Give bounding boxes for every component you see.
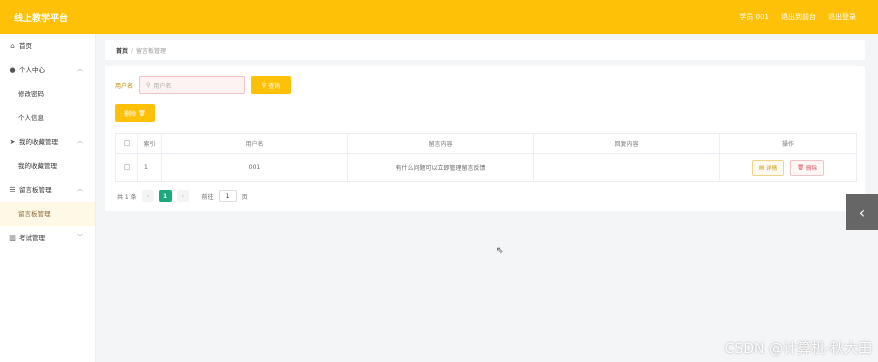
row-delete-label: 删除 xyxy=(806,165,818,172)
page-number-active[interactable]: 1 xyxy=(158,190,172,202)
row-checkbox[interactable] xyxy=(123,163,130,170)
app-title: 线上教学平台 xyxy=(14,14,69,24)
chart-icon: ▥ xyxy=(9,234,16,242)
chevron-up-icon: ︿ xyxy=(76,66,83,73)
breadcrumb-home[interactable]: 首页 xyxy=(116,48,128,55)
sidebar-item-label: 我的收藏管理 xyxy=(19,138,58,146)
cell-message: 有什么问题可以立即管理留言反馈 xyxy=(347,153,534,182)
collapse-panel-button[interactable]: ‹ xyxy=(846,194,878,230)
search-icon: ⚲ xyxy=(261,81,267,89)
sidebar-item-messages[interactable]: ☰ 留言板管理 ︿ xyxy=(0,178,95,202)
detail-button-label: 详情 xyxy=(766,165,778,172)
search-label: 用户名 xyxy=(115,82,134,90)
next-page-button[interactable]: › xyxy=(176,190,189,202)
breadcrumb-card: 首页 / 留言板管理 xyxy=(105,40,865,60)
row-checkbox-cell[interactable] xyxy=(115,153,138,182)
breadcrumb-current: 留言板管理 xyxy=(136,48,167,55)
sidebar-item-home[interactable]: ⌂ 首页 xyxy=(0,34,95,58)
row-delete-button[interactable]: 🗑 删除 xyxy=(790,159,825,176)
search-icon: ⚲ xyxy=(146,81,151,89)
breadcrumb: 首页 / 留言板管理 xyxy=(116,46,166,55)
messages-table: 索引 用户名 留言内容 回复内容 操作 1 001 有什么问题可以立即管理留言反… xyxy=(115,133,857,182)
search-button-label: 查询 xyxy=(268,82,281,90)
trash-icon: 🗑 xyxy=(138,109,146,117)
sidebar-item-label: 考试管理 xyxy=(19,234,45,242)
chevron-up-icon: ︿ xyxy=(76,138,83,145)
delete-button[interactable]: 删除 🗑 xyxy=(115,104,155,122)
column-header-message: 留言内容 xyxy=(347,133,534,154)
chevron-left-icon: ‹ xyxy=(858,202,866,222)
column-header-username: 用户名 xyxy=(161,133,348,154)
sidebar-item-label: 个人中心 xyxy=(19,66,45,74)
breadcrumb-separator: / xyxy=(131,48,134,55)
mouse-cursor-icon: ⇖ xyxy=(496,246,504,256)
cell-actions: ▤ 详情 🗑 删除 xyxy=(719,153,857,182)
chevron-up-icon: ︿ xyxy=(76,186,83,193)
table-header-row: 索引 用户名 留言内容 回复内容 操作 xyxy=(115,133,857,154)
sidebar-item-label: 首页 xyxy=(19,42,32,50)
top-header: 线上教学平台 学员 001 退出到前台 退出登录 xyxy=(0,0,878,34)
sidebar-item-label: 留言板管理 xyxy=(19,186,52,194)
sidebar: ⌂ 首页 ● 个人中心 ︿ 修改密码 个人信息 ➤ 我的收藏管理 ︿ 我的收藏管理 ☰… xyxy=(0,34,96,362)
pagination-total: 共 1 条 xyxy=(117,193,137,201)
page-unit-label: 页 xyxy=(241,193,248,201)
table-row: 1 001 有什么问题可以立即管理留言反馈 ▤ 详情 🗑 删除 xyxy=(115,153,857,182)
logout-link[interactable]: 退出登录 xyxy=(828,12,856,22)
sidebar-item-change-password[interactable]: 修改密码 xyxy=(0,82,95,106)
select-all-checkbox-cell[interactable] xyxy=(115,133,138,154)
sidebar-item-messages-manage[interactable]: 留言板管理 xyxy=(0,202,95,226)
select-all-checkbox[interactable] xyxy=(123,139,130,146)
search-input[interactable]: ⚲ 用户名 xyxy=(139,76,246,94)
trash-icon: 🗑 xyxy=(797,164,805,171)
column-header-index: 索引 xyxy=(137,133,162,154)
search-button[interactable]: ⚲ 查询 xyxy=(251,76,292,94)
document-icon: ▤ xyxy=(758,164,765,171)
main-content: 用户名 ⚲ 用户名 ⚲ 查询 删除 🗑 索引 用户名 留言内容 回复内容 操作 1 xyxy=(105,66,865,211)
user-name[interactable]: 学员 001 xyxy=(739,12,769,22)
detail-button[interactable]: ▤ 详情 xyxy=(751,159,785,176)
search-row: 用户名 ⚲ 用户名 ⚲ 查询 xyxy=(115,76,292,94)
sidebar-item-exams[interactable]: ▥ 考试管理 ﹀ xyxy=(0,226,95,250)
cell-username: 001 xyxy=(161,153,348,182)
cell-reply xyxy=(533,153,720,182)
user-icon: ● xyxy=(9,66,16,74)
watermark: CSDN @计算机-秋大田 xyxy=(724,341,872,357)
pagination: 共 1 条 ‹ 1 › 前往 1 页 xyxy=(117,190,248,202)
prev-page-button[interactable]: ‹ xyxy=(141,190,154,202)
column-header-reply: 回复内容 xyxy=(533,133,720,154)
chevron-down-icon: ﹀ xyxy=(76,234,83,241)
exit-frontend-link[interactable]: 退出到前台 xyxy=(781,12,816,22)
send-icon: ➤ xyxy=(9,138,16,146)
header-actions: 学员 001 退出到前台 退出登录 xyxy=(739,12,856,22)
home-icon: ⌂ xyxy=(10,42,15,50)
column-header-actions: 操作 xyxy=(719,133,857,154)
list-icon: ☰ xyxy=(9,186,16,194)
sidebar-item-favorites[interactable]: ➤ 我的收藏管理 ︿ xyxy=(0,130,95,154)
cell-index: 1 xyxy=(137,153,162,182)
search-placeholder: 用户名 xyxy=(153,82,172,90)
goto-label: 前往 xyxy=(201,193,214,201)
goto-page-input[interactable]: 1 xyxy=(218,190,237,202)
sidebar-item-personal-info[interactable]: 个人信息 xyxy=(0,106,95,130)
sidebar-item-favorites-manage[interactable]: 我的收藏管理 xyxy=(0,154,95,178)
sidebar-item-personal-center[interactable]: ● 个人中心 ︿ xyxy=(0,58,95,82)
delete-button-label: 删除 xyxy=(124,110,137,118)
